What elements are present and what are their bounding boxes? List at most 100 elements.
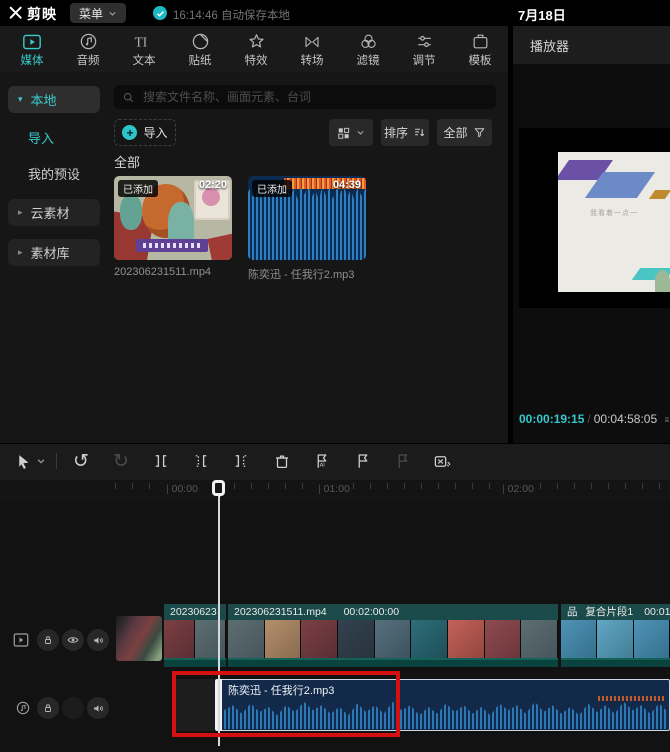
video-track-mute-icon[interactable] (87, 629, 109, 651)
tab-label: 模板 (468, 54, 492, 67)
tab-adjust[interactable]: 调节 (396, 26, 452, 72)
view-mode-button[interactable] (329, 119, 373, 146)
sidebar-item-local[interactable]: ▾ 本地 (8, 86, 100, 113)
audio-track-mute-icon[interactable] (87, 697, 109, 719)
tab-media[interactable]: 媒体 (4, 26, 60, 72)
grid-view-icon (338, 127, 350, 139)
media-card-video[interactable]: 已添加 02:20 (114, 176, 232, 260)
compound-clip-thumbnails[interactable] (561, 620, 670, 658)
sidebar-item-label: 导入 (28, 131, 55, 146)
asset-tab-bar: 媒体 音频 TI 文本 贴纸 特效 转场 滤镜 调节 模板 (0, 26, 510, 72)
flag-disabled-icon[interactable] (392, 450, 414, 472)
top-bar: 剪映 菜单 16:14:46 自动保存本地 7月18日 (0, 0, 670, 26)
player-header: 播放器 (513, 26, 670, 64)
sidebar-item-label: 我的预设 (28, 167, 81, 182)
cursor-tool-icon[interactable] (12, 450, 34, 472)
audio-track-lock-icon[interactable] (37, 697, 59, 719)
sidebar-item-import[interactable]: 导入 (28, 128, 54, 147)
cursor-tool-chevron-icon[interactable] (34, 450, 48, 472)
video-clip-b-audio-strip[interactable] (228, 658, 558, 667)
compound-clip-audio-strip[interactable] (561, 658, 670, 667)
playhead-handle[interactable] (212, 480, 225, 497)
split-keep-right-icon[interactable] (230, 450, 252, 472)
tab-transition[interactable]: 转场 (284, 26, 340, 72)
player-timecode: 00:00:19:15 / 00:04:58:05 (519, 410, 670, 428)
compound-clip-icon: 品 (567, 606, 578, 618)
clip-duration: 00:02:00:00 (343, 606, 400, 618)
tab-sticker[interactable]: 贴纸 (172, 26, 228, 72)
ruler-label: 00:00 (163, 483, 201, 495)
time-current: 00:00:19:15 (519, 412, 585, 426)
search-bar (114, 85, 496, 109)
media-icon (22, 32, 42, 52)
sort-button[interactable]: 排序 (381, 119, 429, 146)
sidebar-item-label: 素材库 (30, 246, 70, 261)
redo-icon[interactable]: ↻ (110, 450, 132, 472)
svg-text:AI: AI (320, 463, 325, 469)
tab-label: 贴纸 (188, 54, 212, 67)
compound-clip-header[interactable]: 品 复合片段1 00:01:4 (561, 604, 670, 620)
audio-clip-waveform-hot (598, 696, 666, 701)
tab-effects[interactable]: 特效 (228, 26, 284, 72)
preview-subtitle: 我看着一点一 (590, 210, 638, 217)
sort-button-label: 排序 (383, 126, 408, 140)
delete-icon[interactable] (271, 450, 293, 472)
app-window: 剪映 菜单 16:14:46 自动保存本地 7月18日 媒体 音频 TI 文本 … (0, 0, 670, 752)
app-logo-text: 剪映 (27, 6, 57, 22)
video-clip-a-header[interactable]: 20230623 (164, 604, 226, 620)
project-date: 7月18日 (518, 8, 566, 23)
video-track-lock-icon[interactable] (37, 629, 59, 651)
sort-icon (415, 128, 425, 137)
audio-toggle-icon[interactable] (431, 450, 453, 472)
added-badge: 已添加 (252, 180, 292, 197)
annotation-highlight-box (172, 671, 400, 737)
tab-template[interactable]: 模板 (452, 26, 508, 72)
caret-right-icon: ▸ (18, 207, 23, 217)
video-track-visibility-icon[interactable] (62, 629, 84, 651)
tab-audio[interactable]: 音频 (60, 26, 116, 72)
player-menu-icon[interactable] (664, 413, 670, 426)
tab-text[interactable]: TI 文本 (116, 26, 172, 72)
flag-icon[interactable] (352, 450, 374, 472)
jianying-logo-icon (9, 6, 22, 19)
search-input[interactable] (141, 89, 488, 105)
autosave-status-text: 16:14:46 自动保存本地 (173, 10, 290, 22)
sidebar-item-cloud[interactable]: ▸ 云素材 (8, 199, 100, 226)
thumb-art (120, 194, 142, 230)
effects-icon (247, 32, 266, 52)
svg-text:TI: TI (135, 34, 148, 49)
sidebar-item-library[interactable]: ▸ 素材库 (8, 239, 100, 266)
player-stage[interactable]: 我看着一点一 (519, 128, 670, 308)
split-keep-left-icon[interactable] (190, 450, 212, 472)
mark-ai-icon[interactable]: AI (311, 450, 333, 472)
video-clip-a-thumbnails[interactable] (164, 620, 226, 658)
import-button[interactable]: + 导入 (114, 119, 176, 146)
audio-track-type-icon (12, 697, 34, 719)
video-clip-a-audio-strip[interactable] (164, 658, 226, 667)
tab-filter[interactable]: 滤镜 (340, 26, 396, 72)
clip-name: 20230623 (170, 606, 217, 618)
video-clip-b-header[interactable]: 202306231511.mp4 00:02:00:00 (228, 604, 558, 620)
sidebar-item-label: 云素材 (30, 206, 70, 221)
clip-name: 复合片段1 (585, 606, 634, 618)
caret-right-icon: ▸ (18, 247, 23, 257)
media-card-audio[interactable]: 已添加 04:39 (248, 176, 366, 260)
video-clip-fragment[interactable] (116, 616, 162, 661)
audio-track-hidden-toggle[interactable] (62, 697, 84, 719)
timeline-toolbar (0, 443, 670, 480)
menu-button[interactable]: 菜单 (70, 3, 126, 23)
filter-button[interactable]: 全部 (437, 119, 492, 146)
text-icon: TI (133, 32, 155, 52)
duration-label: 04:39 (332, 179, 361, 191)
filter-icon (359, 32, 378, 52)
tab-label: 音频 (76, 54, 100, 67)
sidebar-item-presets[interactable]: 我的预设 (28, 164, 80, 183)
video-preview-frame: 我看着一点一 (558, 152, 670, 292)
undo-icon[interactable]: ↺ (70, 450, 92, 472)
split-icon[interactable] (150, 450, 172, 472)
video-clip-b-thumbnails[interactable] (228, 620, 558, 658)
filter-button-label: 全部 (443, 126, 468, 140)
menu-button-label: 菜单 (78, 6, 103, 21)
caret-down-icon: ▾ (18, 94, 23, 104)
player-title: 播放器 (530, 38, 570, 54)
